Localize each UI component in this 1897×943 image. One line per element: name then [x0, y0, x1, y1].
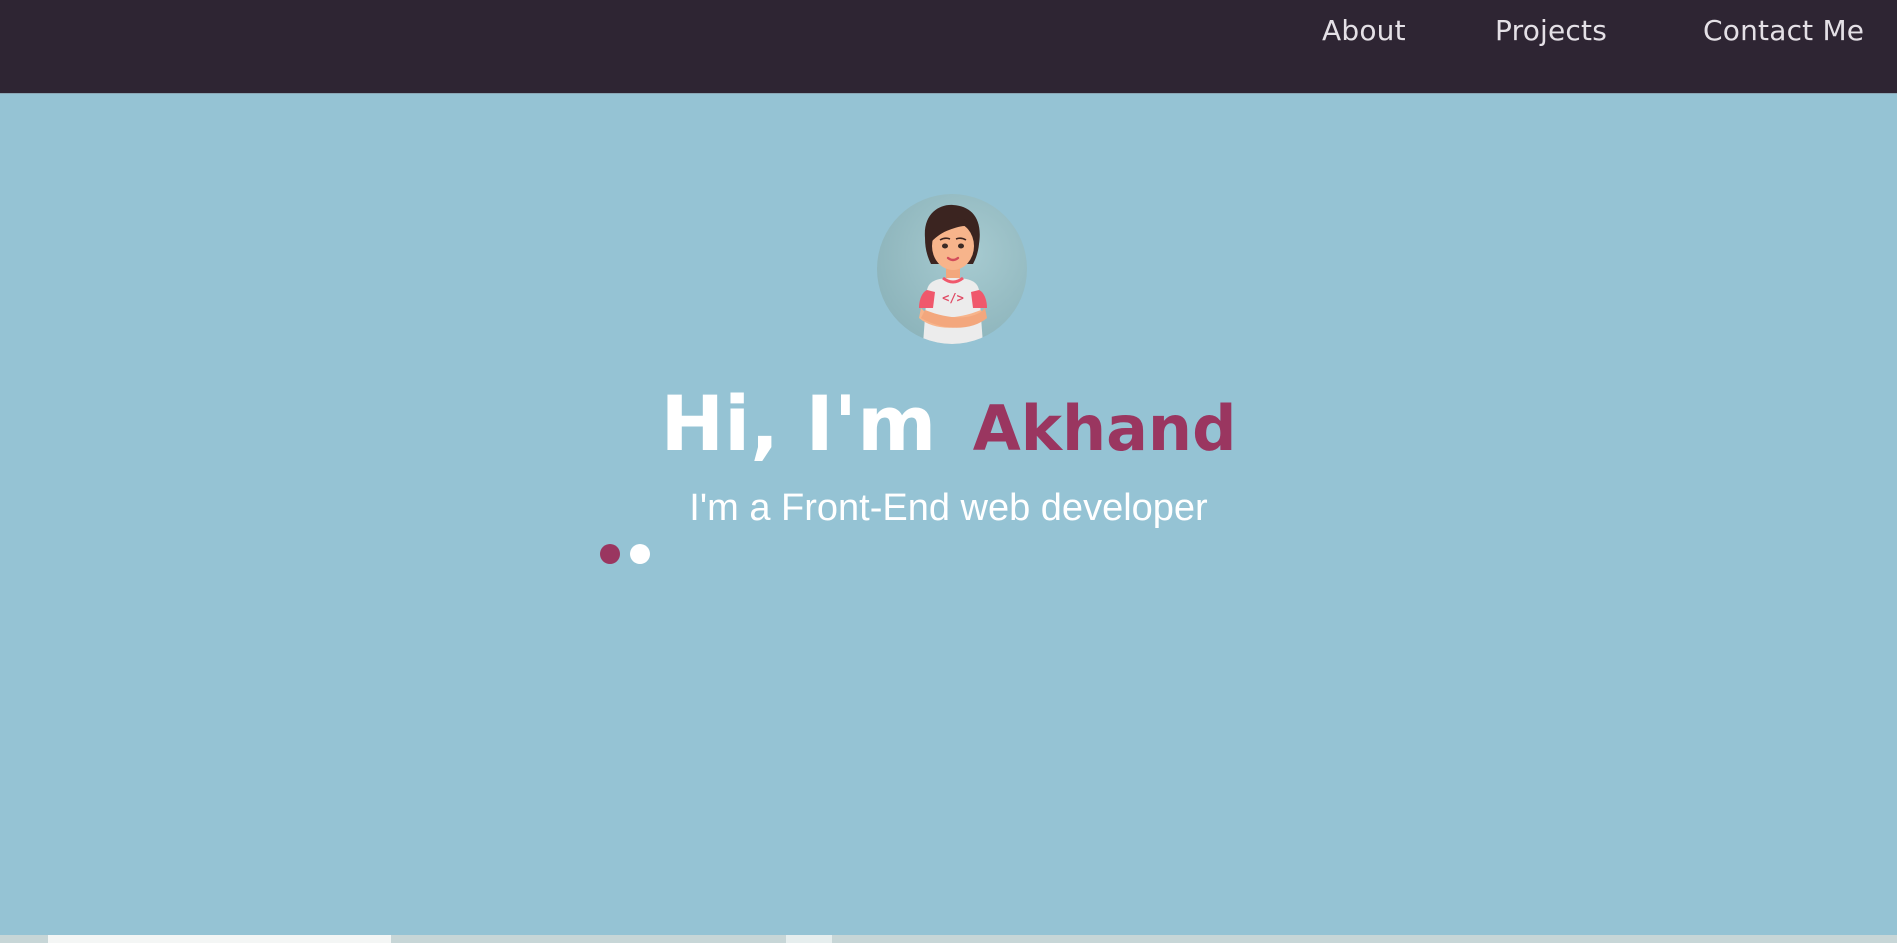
carousel-dot-2[interactable] — [630, 544, 650, 564]
next-section-edge — [0, 935, 1897, 943]
carousel-dot-1[interactable] — [600, 544, 620, 564]
nav-link-contact-me[interactable]: Contact Me — [1703, 14, 1864, 47]
svg-text:</>: </> — [942, 291, 964, 305]
developer-avatar-icon: </> — [919, 204, 987, 344]
avatar: </> — [877, 194, 1027, 344]
nav-link-about[interactable]: About — [1322, 14, 1406, 47]
nav-link-projects[interactable]: Projects — [1495, 14, 1607, 47]
hero-heading: Hi, I'm Akhand — [0, 376, 1897, 477]
top-navbar: About Projects Contact Me — [0, 0, 1897, 94]
greeting-text: Hi, I'm — [660, 379, 937, 468]
next-section-block — [786, 935, 832, 943]
hero-section: </> Hi, I'm Akhand I'm a Front-End web d… — [0, 94, 1897, 934]
next-section-block — [48, 935, 391, 943]
developer-name: Akhand — [972, 392, 1237, 465]
hero-subtitle: I'm a Front-End web developer — [689, 487, 1208, 529]
